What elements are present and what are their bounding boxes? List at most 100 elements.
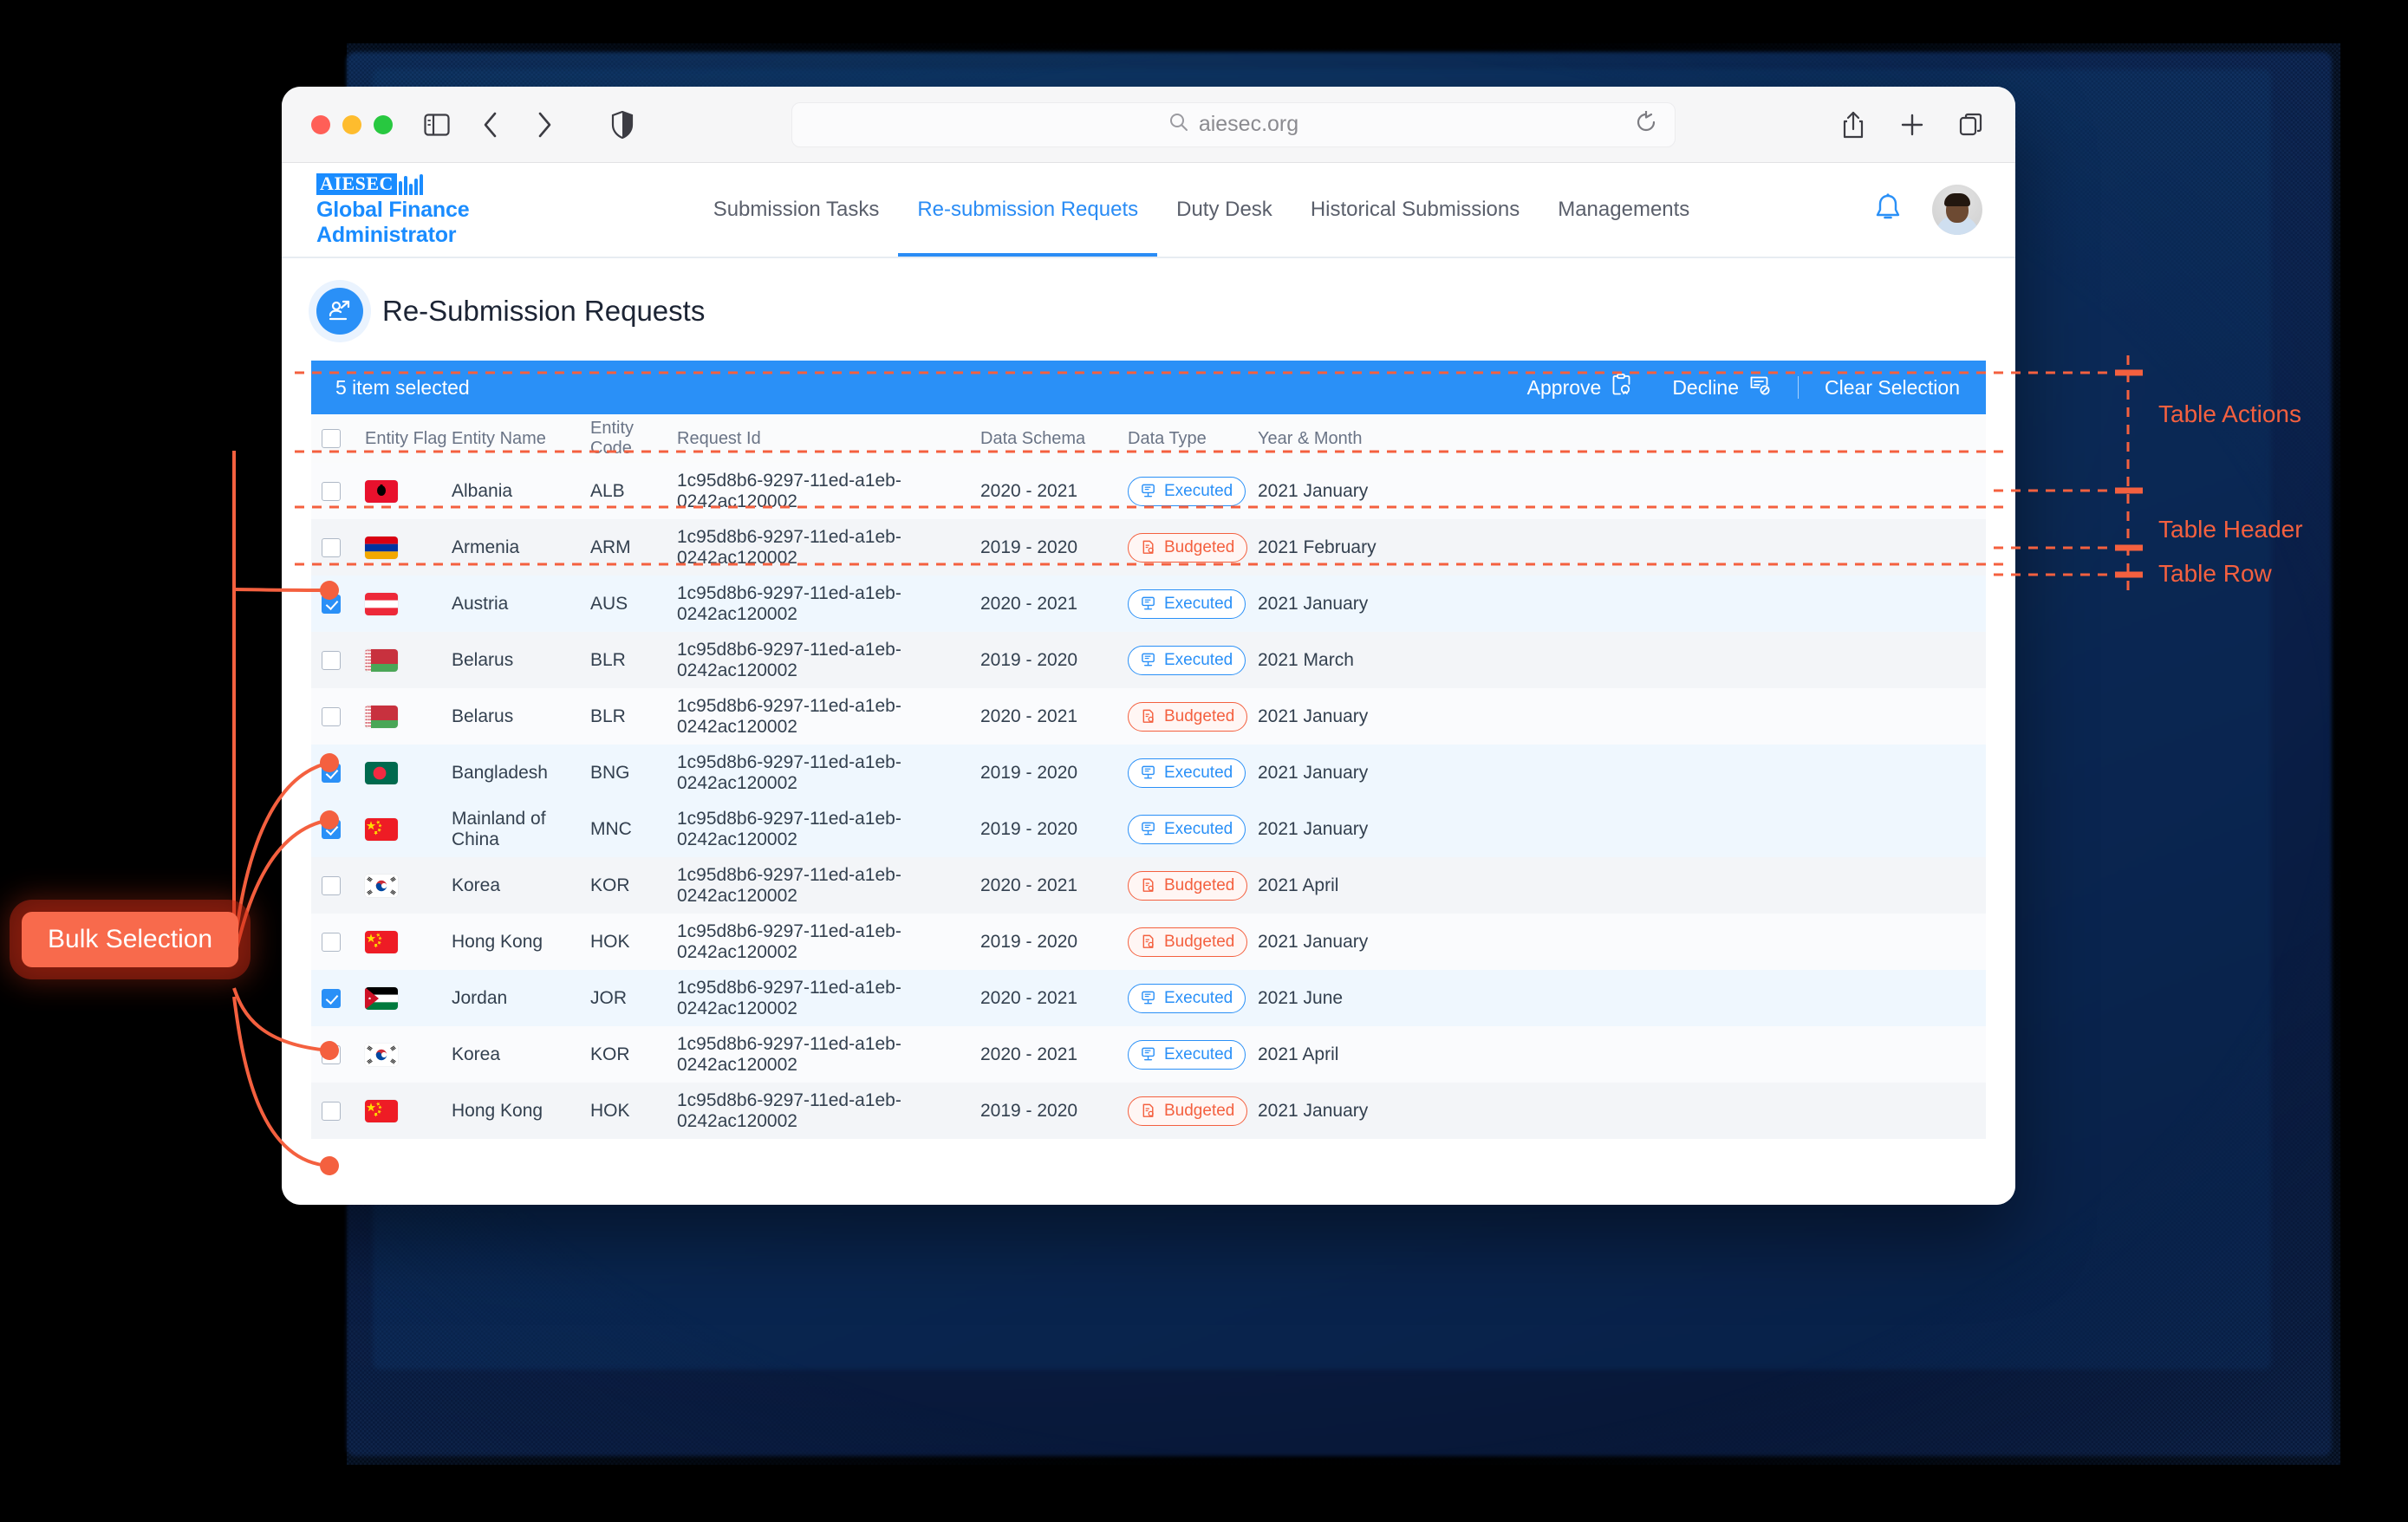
data-type-cell: Executed bbox=[1128, 589, 1258, 619]
share-icon[interactable] bbox=[1839, 110, 1868, 140]
table-body: Albania ALB 1c95d8b6-9297-11ed-a1eb-0242ac… bbox=[311, 463, 1986, 1139]
row-checkbox[interactable] bbox=[311, 481, 365, 501]
year-month-cell: 2021 January bbox=[1258, 762, 1369, 783]
approve-button[interactable]: Approve bbox=[1527, 374, 1633, 401]
entity-name-cell: Jordan bbox=[452, 987, 508, 1008]
table-row[interactable]: Austria AUS 1c95d8b6-9297-11ed-a1eb-0242ac… bbox=[311, 576, 1986, 632]
table-row[interactable]: Albania ALB 1c95d8b6-9297-11ed-a1eb-0242ac… bbox=[311, 463, 1986, 519]
table-row[interactable]: Korea KOR 1c95d8b6-9297-11ed-a1eb-0242ac12… bbox=[311, 857, 1986, 914]
data-type-cell: Budgeted bbox=[1128, 532, 1258, 563]
sidebar-icon[interactable] bbox=[422, 110, 452, 140]
row-checkbox[interactable] bbox=[311, 594, 365, 614]
table-row[interactable]: Mainland of China MNC 1c95d8b6-9297-11ed-a… bbox=[311, 801, 1986, 857]
data-type-cell: Executed bbox=[1128, 1039, 1258, 1070]
browser-toolbar: aiesec.org bbox=[282, 87, 2015, 163]
requests-table: 5 item selected Approve Decline Clear Se… bbox=[311, 361, 1986, 1139]
entity-code-cell: BNG bbox=[590, 762, 630, 783]
status-badge: Budgeted bbox=[1128, 701, 1248, 732]
table-row[interactable]: Bangladesh BNG 1c95d8b6-9297-11ed-a1eb-024… bbox=[311, 745, 1986, 801]
entity-code-cell: MNC bbox=[590, 818, 632, 839]
row-checkbox[interactable] bbox=[311, 706, 365, 726]
request-id-cell: 1c95d8b6-9297-11ed-a1eb-0242ac120002 bbox=[677, 639, 901, 680]
plus-icon[interactable] bbox=[1897, 110, 1927, 140]
status-badge: Executed bbox=[1128, 983, 1246, 1013]
entity-flag-icon bbox=[365, 986, 452, 1010]
data-type-cell: Budgeted bbox=[1128, 927, 1258, 957]
data-schema-cell: 2019 - 2020 bbox=[980, 649, 1078, 670]
tab-historical-submissions[interactable]: Historical Submissions bbox=[1292, 163, 1539, 257]
tab-submission-tasks[interactable]: Submission Tasks bbox=[694, 163, 899, 257]
status-badge: Budgeted bbox=[1128, 532, 1248, 563]
table-row[interactable]: Belarus BLR 1c95d8b6-9297-11ed-a1eb-0242ac… bbox=[311, 688, 1986, 745]
request-id-cell: 1c95d8b6-9297-11ed-a1eb-0242ac120002 bbox=[677, 977, 901, 1018]
row-checkbox[interactable] bbox=[311, 1101, 365, 1121]
row-checkbox[interactable] bbox=[311, 932, 365, 952]
brand[interactable]: AIESEC Global Finance Administrator bbox=[316, 172, 594, 248]
tab-managements[interactable]: Managements bbox=[1539, 163, 1708, 257]
tab-overview-icon[interactable] bbox=[1956, 110, 1986, 140]
table-row[interactable]: Hong Kong HOK 1c95d8b6-9297-11ed-a1eb-0242… bbox=[311, 1083, 1986, 1139]
back-chevron-icon[interactable] bbox=[476, 110, 505, 140]
entity-flag-icon bbox=[365, 705, 452, 728]
data-schema-cell: 2020 - 2021 bbox=[980, 1044, 1078, 1064]
close-window-button[interactable] bbox=[311, 114, 330, 134]
col-data-schema[interactable]: Data Schema bbox=[980, 429, 1128, 449]
col-year-month[interactable]: Year & Month bbox=[1258, 429, 1986, 449]
row-checkbox[interactable] bbox=[311, 1044, 365, 1064]
entity-code-cell: BLR bbox=[590, 649, 626, 670]
entity-flag-icon bbox=[365, 536, 452, 559]
year-month-cell: 2021 January bbox=[1258, 1100, 1369, 1121]
col-request-id[interactable]: Request Id bbox=[677, 429, 980, 449]
year-month-cell: 2021 April bbox=[1258, 1044, 1339, 1064]
col-entity-code[interactable]: Entity Code bbox=[590, 419, 677, 459]
row-checkbox[interactable] bbox=[311, 875, 365, 895]
row-checkbox[interactable] bbox=[311, 537, 365, 557]
row-checkbox[interactable] bbox=[311, 988, 365, 1008]
clear-selection-button[interactable]: Clear Selection bbox=[1825, 376, 1960, 400]
table-row[interactable]: Armenia ARM 1c95d8b6-9297-11ed-a1eb-0242ac… bbox=[311, 519, 1986, 576]
entity-name-cell: Mainland of China bbox=[452, 808, 546, 849]
col-data-type[interactable]: Data Type bbox=[1128, 429, 1258, 449]
avatar[interactable] bbox=[1932, 185, 1982, 235]
row-checkbox[interactable] bbox=[311, 650, 365, 670]
table-row[interactable]: Hong Kong HOK 1c95d8b6-9297-11ed-a1eb-0242… bbox=[311, 914, 1986, 970]
forward-chevron-icon[interactable] bbox=[530, 110, 559, 140]
page-content: Re-Submission Requests 5 item selected A… bbox=[282, 258, 2015, 1205]
decline-button[interactable]: Decline bbox=[1672, 374, 1772, 401]
data-type-cell: Executed bbox=[1128, 814, 1258, 844]
table-header: Entity Flag Entity Name Entity Code Requ… bbox=[311, 414, 1986, 463]
year-month-cell: 2021 January bbox=[1258, 480, 1369, 501]
entity-name-cell: Hong Kong bbox=[452, 931, 543, 952]
table-row[interactable]: Korea KOR 1c95d8b6-9297-11ed-a1eb-0242ac12… bbox=[311, 1026, 1986, 1083]
row-checkbox[interactable] bbox=[311, 819, 365, 839]
decline-label: Decline bbox=[1672, 375, 1740, 399]
minimize-window-button[interactable] bbox=[342, 114, 361, 134]
select-all-checkbox[interactable] bbox=[311, 429, 365, 448]
approve-label: Approve bbox=[1526, 375, 1602, 399]
shield-icon[interactable] bbox=[608, 110, 637, 140]
reload-icon[interactable] bbox=[1635, 110, 1657, 138]
tab-duty-desk[interactable]: Duty Desk bbox=[1157, 163, 1292, 257]
maximize-window-button[interactable] bbox=[374, 114, 393, 134]
entity-code-cell: ARM bbox=[590, 537, 631, 557]
data-schema-cell: 2020 - 2021 bbox=[980, 593, 1078, 614]
entity-name-cell: Armenia bbox=[452, 537, 520, 557]
table-row[interactable]: Jordan JOR 1c95d8b6-9297-11ed-a1eb-0242ac1… bbox=[311, 970, 1986, 1026]
col-entity-flag[interactable]: Entity Flag bbox=[365, 429, 452, 449]
data-schema-cell: 2019 - 2020 bbox=[980, 537, 1078, 557]
request-id-cell: 1c95d8b6-9297-11ed-a1eb-0242ac120002 bbox=[677, 1089, 901, 1131]
row-checkbox[interactable] bbox=[311, 763, 365, 783]
status-badge: Budgeted bbox=[1128, 870, 1248, 901]
entity-name-cell: Korea bbox=[452, 1044, 501, 1064]
data-type-cell: Executed bbox=[1128, 758, 1258, 788]
tab-re-submission-requests[interactable]: Re-submission Requets bbox=[898, 163, 1157, 257]
address-bar[interactable]: aiesec.org bbox=[791, 101, 1676, 147]
request-id-cell: 1c95d8b6-9297-11ed-a1eb-0242ac120002 bbox=[677, 582, 901, 624]
table-row[interactable]: Belarus BLR 1c95d8b6-9297-11ed-a1eb-0242ac… bbox=[311, 632, 1986, 688]
request-id-cell: 1c95d8b6-9297-11ed-a1eb-0242ac120002 bbox=[677, 470, 901, 511]
data-schema-cell: 2019 - 2020 bbox=[980, 1100, 1078, 1121]
year-month-cell: 2021 January bbox=[1258, 706, 1369, 726]
bell-icon[interactable] bbox=[1873, 192, 1903, 228]
col-entity-name[interactable]: Entity Name bbox=[452, 429, 590, 449]
data-type-cell: Executed bbox=[1128, 476, 1258, 506]
